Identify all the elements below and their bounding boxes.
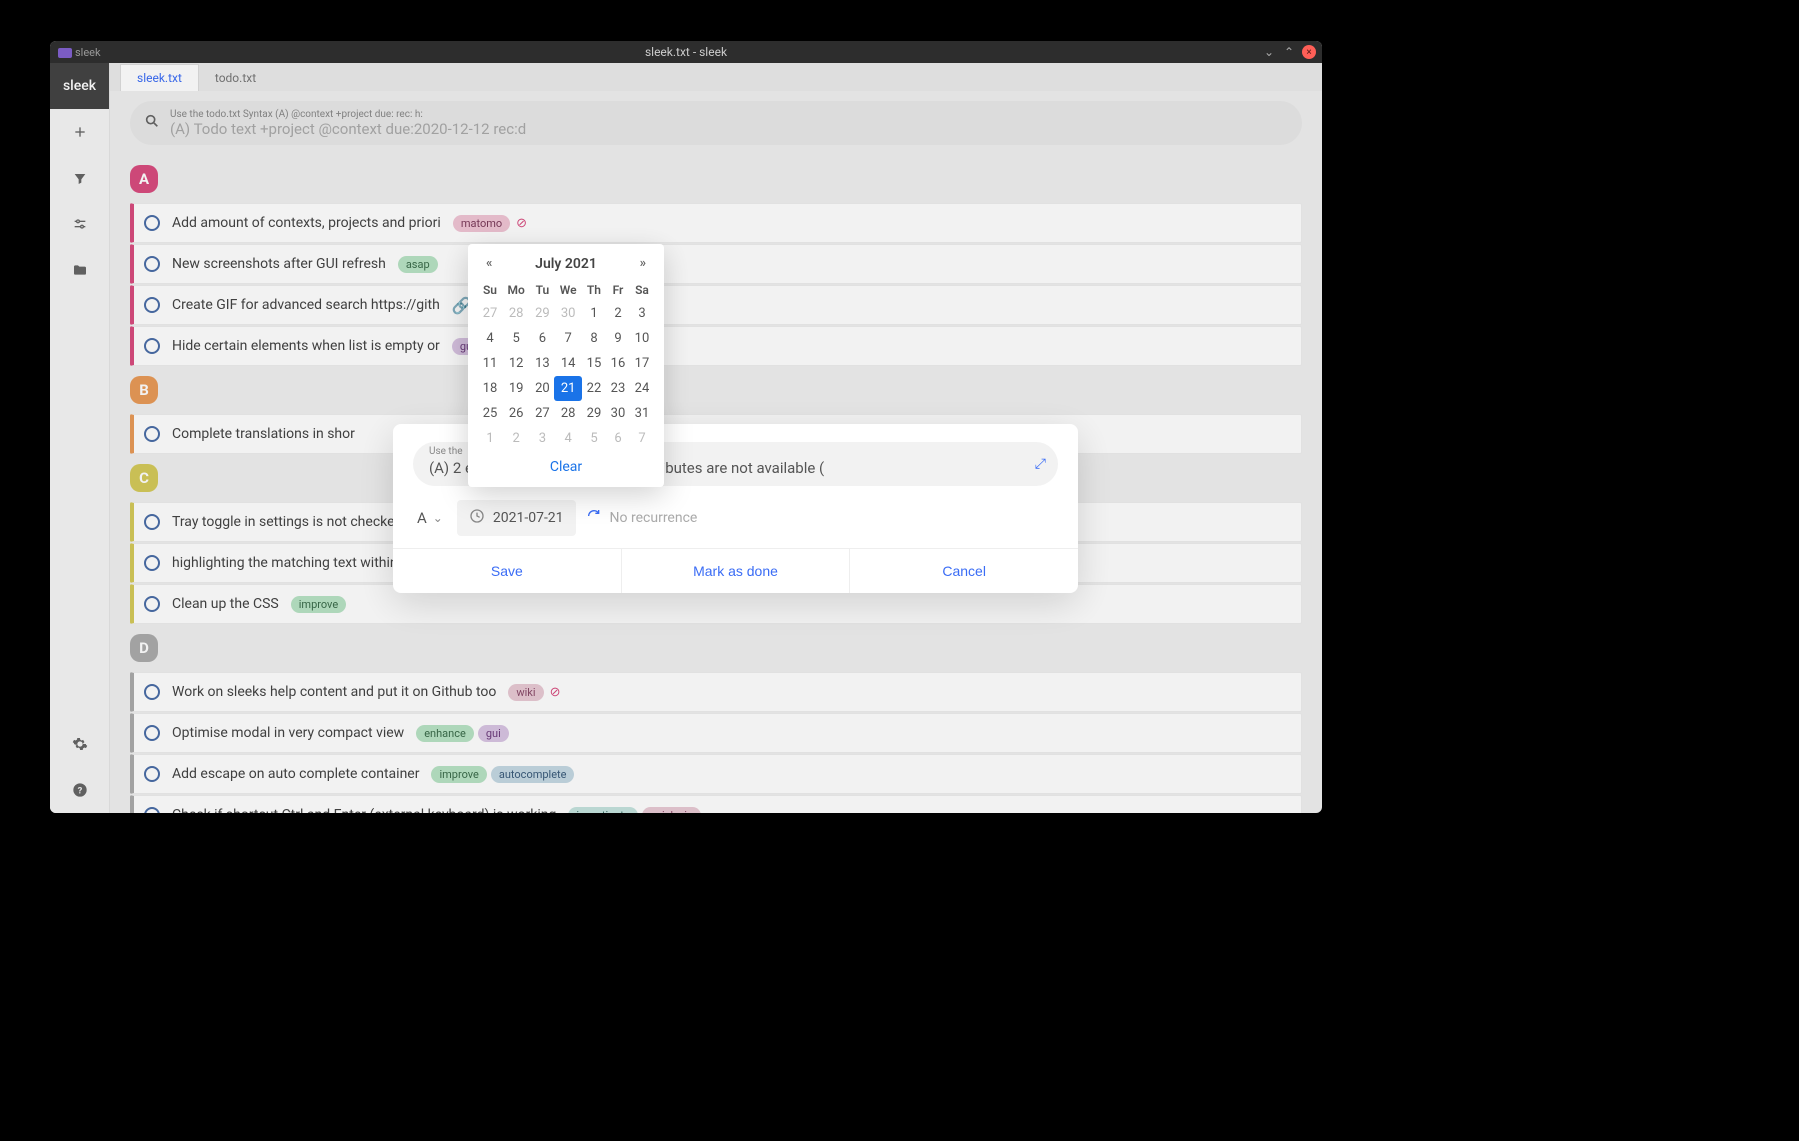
calendar-day[interactable]: 3 [530, 426, 554, 451]
app-window: sleek sleek.txt - sleek ⌄ ⌃ × sleek ? sl… [50, 41, 1322, 813]
cancel-button[interactable]: Cancel [850, 549, 1078, 593]
calendar-day[interactable]: 28 [554, 401, 582, 426]
priority-select[interactable]: A ⌄ [413, 503, 447, 533]
modal-input-hint: Use the [429, 446, 463, 457]
save-button[interactable]: Save [393, 549, 622, 593]
calendar-day[interactable]: 31 [630, 401, 654, 426]
date-picker: « July 2021 » SuMoTuWeThFrSa272829301234… [468, 244, 664, 487]
datepicker-prev[interactable]: « [482, 254, 496, 273]
calendar-day[interactable]: 30 [554, 301, 582, 326]
calendar-day[interactable]: 22 [582, 376, 606, 401]
weekday-header: Th [582, 279, 606, 301]
calendar-day[interactable]: 23 [606, 376, 630, 401]
calendar-day[interactable]: 7 [630, 426, 654, 451]
minimize-button[interactable]: ⌄ [1262, 45, 1276, 59]
calendar-day[interactable]: 4 [554, 426, 582, 451]
app-label-text: sleek [75, 46, 101, 59]
modal-buttons: Save Mark as done Cancel [393, 548, 1078, 593]
clock-icon [469, 508, 485, 528]
datepicker-header: « July 2021 » [478, 254, 654, 273]
calendar-day[interactable]: 29 [582, 401, 606, 426]
weekday-header: Tu [530, 279, 554, 301]
calendar-day[interactable]: 30 [606, 401, 630, 426]
calendar-day[interactable]: 5 [582, 426, 606, 451]
calendar-day[interactable]: 4 [478, 326, 502, 351]
date-field[interactable]: 2021-07-21 [457, 500, 576, 536]
calendar-day[interactable]: 27 [530, 401, 554, 426]
calendar-day[interactable]: 5 [502, 326, 530, 351]
calendar-day[interactable]: 14 [554, 351, 582, 376]
calendar-day[interactable]: 9 [606, 326, 630, 351]
calendar-day[interactable]: 26 [502, 401, 530, 426]
calendar-day[interactable]: 2 [502, 426, 530, 451]
calendar-day[interactable]: 10 [630, 326, 654, 351]
date-value: 2021-07-21 [493, 510, 564, 526]
calendar-day[interactable]: 12 [502, 351, 530, 376]
calendar-day[interactable]: 28 [502, 301, 530, 326]
expand-icon[interactable]: ⤢ [1035, 456, 1046, 472]
calendar-day[interactable]: 20 [530, 376, 554, 401]
calendar-day[interactable]: 25 [478, 401, 502, 426]
calendar-day[interactable]: 6 [530, 326, 554, 351]
priority-value: A [417, 509, 427, 527]
calendar-day[interactable]: 8 [582, 326, 606, 351]
calendar-day[interactable]: 21 [554, 376, 582, 401]
weekday-header: We [554, 279, 582, 301]
calendar-day[interactable]: 29 [530, 301, 554, 326]
calendar-day[interactable]: 15 [582, 351, 606, 376]
weekday-header: Su [478, 279, 502, 301]
window-title: sleek.txt - sleek [645, 45, 727, 59]
calendar-day[interactable]: 13 [530, 351, 554, 376]
recurrence-field[interactable]: No recurrence [586, 508, 698, 528]
calendar-day[interactable]: 2 [606, 301, 630, 326]
calendar-day[interactable]: 19 [502, 376, 530, 401]
calendar-day[interactable]: 24 [630, 376, 654, 401]
app-icon [58, 48, 72, 58]
calendar-day[interactable]: 7 [554, 326, 582, 351]
calendar-day[interactable]: 1 [478, 426, 502, 451]
weekday-header: Mo [502, 279, 530, 301]
datepicker-clear[interactable]: Clear [478, 451, 654, 477]
modal-row: A ⌄ 2021-07-21 No recurrence [393, 494, 1078, 548]
titlebar: sleek sleek.txt - sleek ⌄ ⌃ × [50, 41, 1322, 63]
calendar-day[interactable]: 3 [630, 301, 654, 326]
datepicker-next[interactable]: » [636, 254, 650, 273]
calendar-day[interactable]: 1 [582, 301, 606, 326]
mark-done-button[interactable]: Mark as done [622, 549, 851, 593]
datepicker-month[interactable]: July 2021 [535, 256, 597, 272]
calendar-day[interactable]: 27 [478, 301, 502, 326]
app-label: sleek [58, 46, 101, 59]
window-controls: ⌄ ⌃ × [1262, 45, 1316, 59]
maximize-button[interactable]: ⌃ [1282, 45, 1296, 59]
calendar-day[interactable]: 6 [606, 426, 630, 451]
app-body: sleek ? sleek.txttodo.txt Use the todo.t… [50, 63, 1322, 813]
calendar-day[interactable]: 11 [478, 351, 502, 376]
repeat-icon [586, 508, 602, 528]
datepicker-grid: SuMoTuWeThFrSa27282930123456789101112131… [478, 279, 654, 451]
weekday-header: Sa [630, 279, 654, 301]
weekday-header: Fr [606, 279, 630, 301]
chevron-down-icon: ⌄ [433, 511, 443, 525]
close-button[interactable]: × [1302, 45, 1316, 59]
calendar-day[interactable]: 16 [606, 351, 630, 376]
recurrence-placeholder: No recurrence [610, 510, 698, 526]
calendar-day[interactable]: 18 [478, 376, 502, 401]
calendar-day[interactable]: 17 [630, 351, 654, 376]
